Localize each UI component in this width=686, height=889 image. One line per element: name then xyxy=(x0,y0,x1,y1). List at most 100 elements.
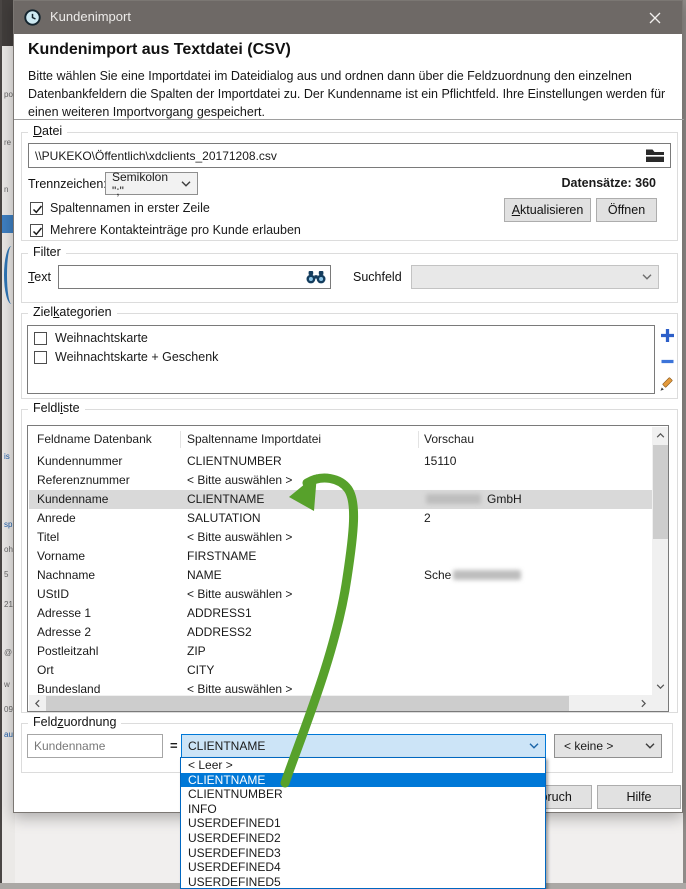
page-title: Kundenimport aus Textdatei (CSV) xyxy=(28,41,291,59)
table-row[interactable]: Bundesland < Bitte auswählen > xyxy=(29,680,652,695)
dropdown-option[interactable]: CLIENTNAME xyxy=(181,773,545,788)
category-label: Weihnachtskarte + Geschenk xyxy=(55,350,218,364)
aktualisieren-button[interactable]: Aktualisieren xyxy=(504,198,591,222)
cell-spaltenname: CITY xyxy=(187,661,214,680)
hilfe-button[interactable]: Hilfe xyxy=(597,785,681,809)
horizontal-scroll-thumb[interactable] xyxy=(46,696,569,711)
table-row[interactable]: VornameFIRSTNAME xyxy=(29,547,652,566)
cell-feldname: Postleitzahl xyxy=(37,642,98,661)
checkbox-spaltennamen-label: Spaltennamen in erster Zeile xyxy=(50,201,210,215)
chevron-down-icon xyxy=(645,743,655,749)
cell-spaltenname: CLIENTNAME xyxy=(187,490,264,509)
table-header: Feldname Datenbank Spaltenname Importdat… xyxy=(29,427,652,451)
category-checkbox[interactable] xyxy=(34,332,47,345)
cell-feldname: Referenznummer xyxy=(37,471,130,490)
table-row[interactable]: Ort CITY xyxy=(29,661,652,680)
add-category-icon[interactable] xyxy=(660,328,675,343)
dropdown-option[interactable]: CLIENTNUMBER xyxy=(181,787,545,802)
dropdown-option[interactable]: USERDEFINED4 xyxy=(181,860,545,875)
background-window-fragment: re xyxy=(4,138,11,147)
cell-spaltenname: ADDRESS1 xyxy=(187,604,252,623)
suchfeld-combobox[interactable] xyxy=(411,265,659,289)
column-separator xyxy=(418,431,419,448)
table-row[interactable]: Anrede SALUTATION 2 xyxy=(29,509,652,528)
mapping-column-combobox[interactable]: CLIENTNAME xyxy=(181,734,546,758)
trennzeichen-label: Trennzeichen: xyxy=(28,177,107,191)
filter-text-label: Text xyxy=(28,270,51,284)
cell-feldname: Vorname xyxy=(37,547,85,566)
dropdown-option[interactable]: INFO xyxy=(181,802,545,817)
cell-feldname: Titel xyxy=(37,528,59,547)
scrollbar-corner xyxy=(652,695,669,712)
column-header-spaltenname: Spaltenname Importdatei xyxy=(187,427,321,451)
table-row[interactable]: Referenznummer< Bitte auswählen > xyxy=(29,471,652,490)
remove-category-icon[interactable] xyxy=(660,354,675,369)
dropdown-option[interactable]: USERDEFINED3 xyxy=(181,846,545,861)
trennzeichen-combobox[interactable]: Semikolon ";" xyxy=(105,172,198,195)
dropdown-option[interactable]: < Leer > xyxy=(181,758,545,773)
dropdown-option[interactable]: USERDEFINED2 xyxy=(181,831,545,846)
edit-category-icon[interactable] xyxy=(659,377,674,392)
dropdown-option[interactable]: USERDEFINED1 xyxy=(181,816,545,831)
background-window-fragment: 21 xyxy=(4,600,13,609)
cell-feldname: Anrede xyxy=(37,509,76,528)
cell-feldname: Adresse 2 xyxy=(37,623,91,642)
check-icon xyxy=(31,225,44,238)
vertical-scroll-thumb[interactable] xyxy=(653,445,668,539)
table-row[interactable]: NachnameNAMESche xyxy=(29,566,652,585)
table-row[interactable]: Titel < Bitte auswählen > xyxy=(29,528,652,547)
cell-feldname: Ort xyxy=(37,661,54,680)
cell-spaltenname: CLIENTNUMBER xyxy=(187,452,282,471)
mapping-field-name: Kundenname xyxy=(27,734,163,758)
screenshot-root: porenisspoh521@w09au Kundenimport Kunden… xyxy=(0,0,686,889)
redacted-text xyxy=(453,570,521,580)
check-icon xyxy=(31,203,44,216)
scroll-up-arrow[interactable] xyxy=(652,427,669,444)
cell-spaltenname: SALUTATION xyxy=(187,509,261,528)
background-window-fragment: 09 xyxy=(4,705,13,714)
cell-spaltenname: < Bitte auswählen > xyxy=(187,528,292,547)
background-window-fragment: po xyxy=(4,90,13,99)
checkbox-spaltennamen[interactable] xyxy=(30,202,43,215)
table-row[interactable]: UStID< Bitte auswählen > xyxy=(29,585,652,604)
oeffnen-button[interactable]: Öffnen xyxy=(596,198,657,222)
keine-combobox[interactable]: < keine > xyxy=(554,734,662,758)
table-body: KundennummerCLIENTNUMBER15110Referenznum… xyxy=(29,452,652,695)
group-label-filter: Filter xyxy=(28,245,66,259)
binoculars-icon[interactable] xyxy=(305,270,327,284)
scroll-right-arrow[interactable] xyxy=(635,695,652,712)
close-button[interactable] xyxy=(640,8,670,28)
cell-feldname: Bundesland xyxy=(37,680,100,695)
category-item[interactable]: Weihnachtskarte xyxy=(28,329,654,348)
table-row[interactable]: Adresse 1ADDRESS1 xyxy=(29,604,652,623)
group-label-feldzuordnung: Feldzuordnung xyxy=(28,715,121,729)
equals-sign: = xyxy=(170,738,178,753)
cell-spaltenname: < Bitte auswählen > xyxy=(187,680,292,695)
table-row[interactable]: Postleitzahl ZIP xyxy=(29,642,652,661)
vertical-scrollbar[interactable] xyxy=(652,427,669,695)
filter-text-input[interactable] xyxy=(58,265,331,289)
kundenimport-dialog: Kundenimport Kundenimport aus Textdatei … xyxy=(13,0,683,813)
titlebar[interactable]: Kundenimport xyxy=(14,1,682,34)
category-item[interactable]: Weihnachtskarte + Geschenk xyxy=(28,348,654,367)
folder-icon[interactable] xyxy=(645,148,665,163)
dropdown-option[interactable]: USERDEFINED5 xyxy=(181,875,545,889)
checkbox-kontakte[interactable] xyxy=(30,224,43,237)
mapping-column-value: CLIENTNAME xyxy=(188,739,265,753)
table-row[interactable]: KundennameCLIENTNAMEGmbH xyxy=(29,490,652,509)
file-path-input[interactable] xyxy=(28,143,671,168)
cell-feldname: Nachname xyxy=(37,566,95,585)
cell-spaltenname: ZIP xyxy=(187,642,206,661)
category-checkbox[interactable] xyxy=(34,351,47,364)
suchfeld-label: Suchfeld xyxy=(353,270,402,284)
chevron-down-icon xyxy=(529,743,539,749)
trennzeichen-value: Semikolon ";" xyxy=(112,170,177,198)
group-label-zielkategorien: Zielkategorien xyxy=(28,305,117,319)
scroll-left-arrow[interactable] xyxy=(29,695,46,712)
table-row[interactable]: KundennummerCLIENTNUMBER15110 xyxy=(29,452,652,471)
table-row[interactable]: Adresse 2ADDRESS2 xyxy=(29,623,652,642)
cell-vorschau: 2 xyxy=(424,509,431,528)
scroll-down-arrow[interactable] xyxy=(652,678,669,695)
group-label-datei: Datei xyxy=(28,124,67,138)
horizontal-scrollbar[interactable] xyxy=(29,695,652,712)
